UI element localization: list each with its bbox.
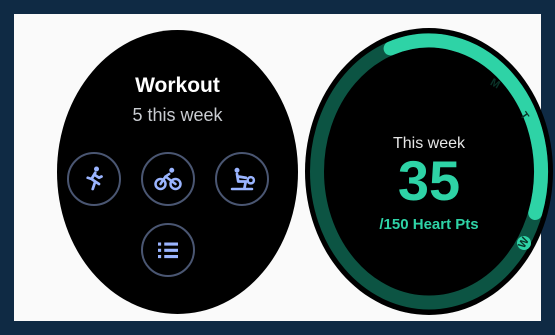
- workout-title: Workout: [135, 74, 220, 97]
- workout-watch-face: Workout 5 this week: [57, 30, 298, 314]
- workout-count: 5 this week: [132, 105, 223, 125]
- more-workouts-button[interactable]: [141, 223, 195, 277]
- list-icon: [158, 242, 178, 259]
- heart-points-value: 35: [397, 149, 461, 212]
- heart-points-watch-face: M T W This week 35 /150 Heart Pts: [305, 28, 553, 315]
- screenshot-panel: Workout 5 this week M T W This week 35 /…: [14, 14, 553, 321]
- running-icon: [86, 166, 103, 191]
- rowing-icon: [230, 167, 256, 191]
- run-button[interactable]: [67, 152, 121, 206]
- cycling-icon: [154, 167, 182, 191]
- heart-points-goal: /150 Heart Pts: [379, 216, 479, 233]
- rowing-button[interactable]: [215, 152, 269, 206]
- bike-button[interactable]: [141, 152, 195, 206]
